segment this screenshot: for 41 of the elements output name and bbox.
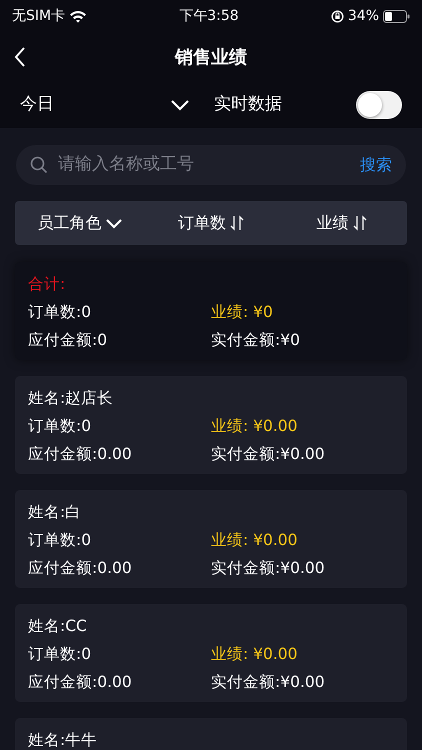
- search-icon: [30, 156, 48, 174]
- employee-name: 姓名:白: [28, 503, 82, 521]
- rotation-lock-icon: [330, 10, 344, 22]
- sort-icon: [352, 215, 367, 231]
- employee-name: 姓名:CC: [28, 617, 87, 635]
- order-count: 订单数:0: [28, 416, 92, 437]
- performance-amount: 业绩: ¥0.00: [211, 416, 299, 437]
- paid-amount: 实付金额:¥0: [211, 330, 301, 351]
- sort-icon: [230, 215, 244, 231]
- order-count: 订单数:0: [28, 530, 92, 551]
- sort-tab[interactable]: 员工角色: [15, 201, 146, 245]
- employee-name: 姓名:牛牛: [28, 731, 98, 749]
- sort-tab[interactable]: 订单数: [146, 201, 276, 245]
- search-button[interactable]: 搜索: [360, 153, 392, 177]
- realtime-label: 实时数据: [214, 93, 282, 116]
- performance-amount: 业绩: ¥0: [211, 302, 274, 323]
- payable-amount: 应付金额:0: [28, 330, 108, 351]
- paid-amount: 实付金额:¥0.00: [211, 558, 326, 579]
- carrier-text: 无SIM卡: [12, 6, 66, 26]
- order-count: 订单数:0: [28, 644, 92, 665]
- performance-amount: 业绩: ¥0.00: [211, 530, 299, 551]
- page-title: 销售业绩: [175, 46, 247, 70]
- battery-icon: [383, 10, 410, 22]
- employee-name: 姓名:赵店长: [28, 389, 114, 407]
- wifi-icon: [69, 10, 88, 22]
- paid-amount: 实付金额:¥0.00: [211, 672, 326, 693]
- sort-tab[interactable]: 业绩: [276, 201, 408, 245]
- chevron-down-icon[interactable]: [170, 99, 190, 111]
- payable-amount: 应付金额:0.00: [28, 444, 133, 465]
- total-title: 合计:: [28, 275, 66, 293]
- search-field[interactable]: 请输入名称或工号 搜索: [16, 145, 406, 185]
- payable-amount: 应付金额:0.00: [28, 558, 133, 579]
- realtime-toggle[interactable]: [356, 91, 402, 119]
- paid-amount: 实付金额:¥0.00: [211, 444, 326, 465]
- order-count: 订单数:0: [28, 302, 92, 323]
- clock-text: 下午3:58: [179, 6, 239, 26]
- chevron-down-icon: [105, 218, 124, 228]
- period-text: 今日: [20, 93, 55, 116]
- payable-amount: 应付金额:0.00: [28, 672, 133, 693]
- battery-text: 34%: [348, 6, 379, 26]
- performance-amount: 业绩: ¥0.00: [211, 644, 299, 665]
